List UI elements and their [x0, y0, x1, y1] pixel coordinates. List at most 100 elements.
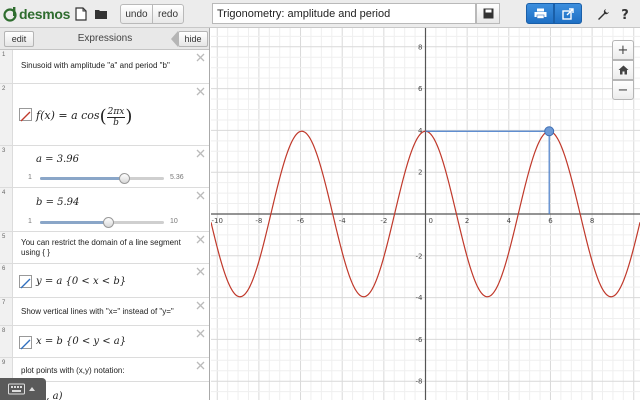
minus-icon: − — [617, 82, 629, 98]
panel-title: Expressions — [77, 33, 133, 44]
home-icon — [618, 65, 628, 75]
zoom-out-button[interactable]: − — [612, 80, 634, 100]
row-number: 8 — [0, 326, 13, 357]
toolbar: desmos undo redo Trigonometry: amplitude… — [0, 0, 640, 28]
expressions-panel: edit Expressions hide 1 Sinusoid with am… — [0, 28, 210, 400]
slider-fill — [40, 221, 109, 224]
note-text: Show vertical lines with "x=" instead of… — [21, 307, 174, 316]
wrench-icon[interactable] — [594, 5, 612, 23]
slider-fill — [40, 177, 125, 180]
slider-row-b[interactable]: 4 b = 5.94 1 10 — [0, 188, 209, 232]
slider-min: 1 — [28, 218, 32, 225]
x-tick-label: -6 — [297, 217, 305, 225]
x-tick-label: 4 — [507, 217, 512, 225]
expression-row[interactable]: 2 f(x) = a cos(2πx b) — [0, 84, 209, 146]
row-number: 5 — [0, 232, 13, 263]
x-tick-label: -4 — [339, 217, 347, 225]
expression-row[interactable]: 7 Show vertical lines with "x=" instead … — [0, 298, 209, 326]
row-number: 3 — [0, 146, 13, 187]
help-icon[interactable]: ? — [616, 5, 634, 23]
row-number: 4 — [0, 188, 13, 231]
slider-row-a[interactable]: 3 a = 3.96 1 5.36 — [0, 146, 209, 188]
note-text: Sinusoid with amplitude "a" and period "… — [21, 61, 170, 70]
share-icon — [562, 7, 574, 20]
close-icon[interactable] — [196, 87, 205, 96]
color-swatch[interactable] — [19, 108, 32, 122]
close-icon[interactable] — [196, 301, 205, 310]
plus-icon: + — [617, 42, 629, 58]
expression-math[interactable]: x = b {0 < y < a} — [36, 336, 126, 347]
open-folder-icon[interactable] — [92, 5, 110, 23]
close-icon[interactable] — [196, 149, 205, 158]
y-tick-label: 6 — [418, 85, 423, 93]
x-tick-label: -8 — [255, 217, 262, 225]
keyboard-icon — [8, 383, 35, 395]
redo-button[interactable]: redo — [152, 4, 184, 24]
expression-row[interactable]: 1 Sinusoid with amplitude "a" and period… — [0, 50, 209, 84]
close-icon[interactable] — [196, 329, 205, 338]
close-icon[interactable] — [196, 235, 205, 244]
undo-button[interactable]: undo — [120, 4, 153, 24]
slider-max: 5.36 — [170, 174, 184, 181]
expression-row[interactable]: 5 You can restrict the domain of a line … — [0, 232, 209, 264]
slider-handle[interactable] — [118, 173, 130, 184]
expression-row[interactable]: 8 x = b {0 < y < a} — [0, 326, 209, 358]
fraction-numerator: 2πx — [106, 107, 126, 118]
y-tick-label: -2 — [416, 252, 423, 260]
logo-text: desmos — [19, 6, 71, 22]
y-tick-label: -6 — [416, 336, 424, 344]
slider-label: a = 3.96 — [36, 154, 79, 165]
slider-max: 10 — [170, 218, 178, 225]
close-icon[interactable] — [196, 53, 205, 62]
y-tick-label: -8 — [416, 378, 423, 386]
slider-label: b = 5.94 — [36, 197, 80, 208]
save-button[interactable] — [476, 3, 500, 24]
share-button[interactable] — [554, 3, 582, 24]
expression-math[interactable]: y = a {0 < x < b} — [36, 276, 126, 287]
desmos-logo[interactable]: desmos — [2, 3, 70, 25]
svg-text:?: ? — [621, 8, 629, 21]
hide-arrow-icon — [171, 31, 178, 47]
fraction-denominator: b — [113, 118, 119, 128]
close-icon[interactable] — [196, 267, 205, 276]
close-icon[interactable] — [196, 191, 205, 200]
keyboard-toggle-button[interactable] — [0, 378, 46, 400]
x-tick-label: 8 — [590, 217, 594, 225]
row-number: 1 — [0, 50, 13, 83]
row-number: 2 — [0, 84, 13, 145]
save-icon — [483, 8, 493, 19]
zoom-in-button[interactable]: + — [612, 40, 634, 60]
x-tick-label: -10 — [212, 217, 223, 225]
zoom-home-button[interactable] — [612, 60, 634, 80]
slider-handle[interactable] — [102, 217, 114, 228]
close-icon[interactable] — [196, 361, 205, 370]
slider-track[interactable] — [40, 177, 164, 180]
slider-min: 1 — [28, 174, 32, 181]
y-tick-label: -4 — [416, 294, 424, 302]
y-tick-label: 2 — [418, 169, 422, 177]
print-button[interactable] — [526, 3, 554, 24]
hide-button[interactable]: hide — [178, 31, 208, 47]
desmos-logo-icon — [3, 7, 17, 22]
row-number: 7 — [0, 298, 13, 325]
graph-paper[interactable]: -10 -8 -6 -4 -2 0 2 4 6 88642-2-4-6-8 — [211, 28, 640, 400]
edit-button[interactable]: edit — [4, 31, 34, 47]
expression-row[interactable]: 6 y = a {0 < x < b} — [0, 264, 209, 298]
graph-title-input[interactable]: Trigonometry: amplitude and period — [212, 3, 476, 24]
y-tick-label: 8 — [418, 43, 422, 51]
panel-header: edit Expressions hide — [0, 28, 209, 50]
new-graph-icon[interactable] — [72, 5, 90, 23]
row-number: 6 — [0, 264, 13, 297]
note-text: plot points with (x,y) notation: — [21, 366, 125, 375]
color-swatch[interactable] — [19, 336, 32, 350]
x-tick-label: 2 — [465, 217, 469, 225]
color-swatch[interactable] — [19, 275, 32, 289]
print-icon — [534, 8, 546, 19]
point-b-a — [544, 126, 555, 137]
expression-math[interactable]: f(x) = a cos(2πx b) — [36, 106, 132, 128]
note-text: You can restrict the domain of a line se… — [21, 238, 181, 257]
x-tick-label: -2 — [380, 217, 387, 225]
x-tick-label: 0 — [429, 217, 433, 225]
app: desmos undo redo Trigonometry: amplitude… — [0, 0, 640, 400]
x-tick-label: 6 — [548, 217, 553, 225]
